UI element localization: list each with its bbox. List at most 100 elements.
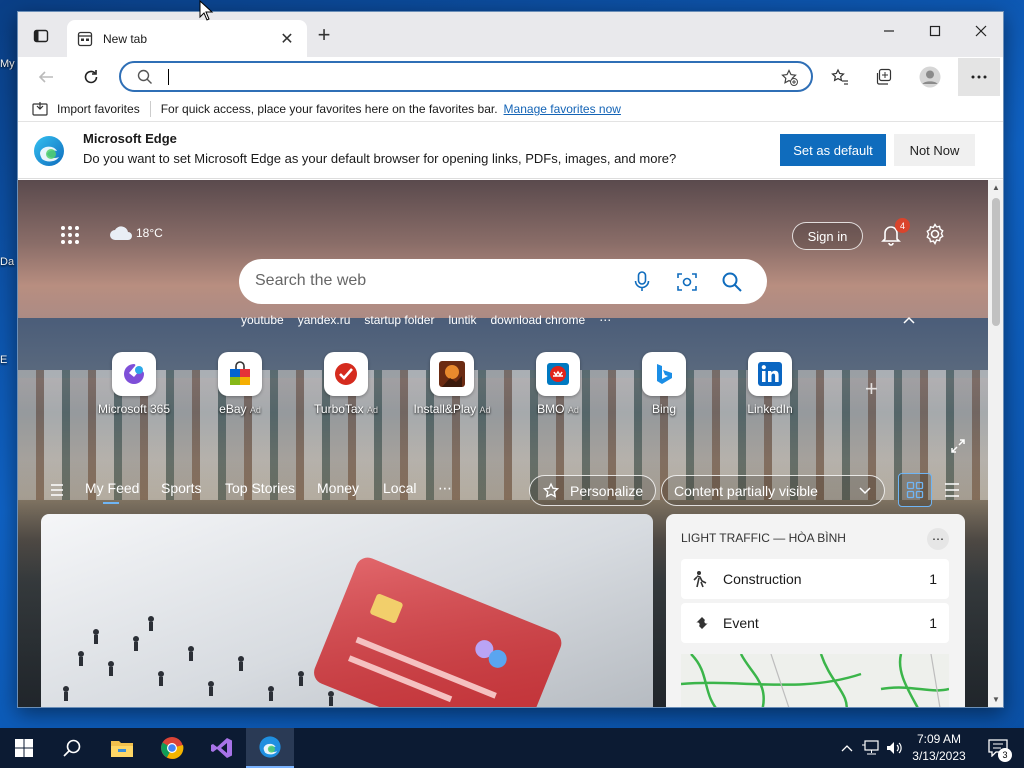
refresh-button[interactable] [77,63,105,91]
traffic-card-more-icon[interactable]: ⋯ [927,528,949,550]
quick-link[interactable]: luntik [448,313,476,327]
expand-background-icon[interactable] [950,438,966,454]
browser-window: New tab ✕ + Import favorites For quick a… [17,11,1004,708]
traffic-card[interactable]: LIGHT TRAFFIC — HÒA BÌNH ⋯ Construction … [666,514,965,707]
tile-label: Bing [651,402,677,416]
page-scrollbar[interactable]: ▲ ▼ [988,180,1003,707]
personalize-icon [542,481,560,498]
turbotax-checkmark-icon [335,363,357,385]
network-monitor-icon [862,740,879,755]
sign-in-button[interactable]: Sign in [792,222,863,250]
visual-search-icon[interactable] [676,271,698,293]
desktop-icon-label[interactable]: My [0,58,18,70]
quick-link[interactable]: download chrome [490,313,585,327]
scroll-up-icon[interactable]: ▲ [992,183,1000,192]
traffic-map[interactable] [680,653,950,707]
chevron-down-icon [859,486,871,494]
tab-actions-button[interactable] [29,24,53,48]
top-site-linkedin[interactable]: LinkedIn [720,352,820,416]
settings-and-more-button[interactable] [958,58,1000,96]
feed-menu-icon[interactable] [50,484,64,496]
list-view-icon[interactable] [944,483,960,497]
minimize-icon [884,30,894,32]
taskbar-chrome[interactable] [148,728,196,768]
top-site-bing[interactable]: Bing [614,352,714,416]
more-feed-tabs-icon[interactable]: ⋯ [438,480,452,497]
add-site-icon[interactable]: + [865,376,878,402]
top-site-bmo[interactable]: BMO Ad [508,352,608,416]
manage-favorites-link[interactable]: Manage favorites now [504,102,621,116]
taskbar-file-explorer[interactable] [98,728,146,768]
quick-link[interactable]: startup folder [364,313,434,327]
desktop-icon-label[interactable]: Da [0,256,18,268]
search-submit-icon[interactable] [721,271,743,293]
infobar-title: Microsoft Edge [83,131,177,146]
desktop-icon-label[interactable]: E [0,354,18,366]
top-site-microsoft-365[interactable]: Microsoft 365 [84,352,184,416]
quick-links: youtube yandex.ru startup folder luntik … [241,313,611,327]
apps-grid-icon [61,226,79,244]
quick-link[interactable]: yandex.ru [298,313,351,327]
back-button[interactable] [32,63,60,91]
personalize-button[interactable]: Personalize [529,475,657,506]
favorites-bar: Import favorites For quick access, place… [18,97,1003,122]
content-visibility-dropdown[interactable]: Content partially visible [661,475,885,506]
volume-icon[interactable] [884,728,906,768]
scrollbar-thumb[interactable] [992,198,1000,326]
more-quick-links-icon[interactable]: ⋯ [599,313,611,327]
quick-link[interactable]: youtube [241,313,284,327]
tab-new-tab[interactable]: New tab ✕ [67,20,307,57]
close-tab-icon[interactable]: ✕ [277,29,297,49]
refresh-icon [84,70,98,84]
web-search-box[interactable]: Search the web [239,259,767,304]
action-center-button[interactable]: 3 [980,728,1016,768]
address-bar[interactable] [119,61,813,92]
feed-tab-my-feed[interactable]: My Feed [85,480,139,496]
traffic-row-label: Construction [723,571,802,587]
set-as-default-button[interactable]: Set as default [780,134,886,166]
feed-tab-money[interactable]: Money [317,480,359,496]
avatar-icon [919,66,941,88]
add-favorite-icon[interactable] [781,69,799,87]
text-caret [168,69,169,85]
profile-button[interactable] [916,63,944,91]
not-now-button[interactable]: Not Now [894,134,975,166]
new-tab-button[interactable]: + [312,24,336,48]
collections-button[interactable] [870,63,898,91]
taskbar-search-button[interactable] [48,728,96,768]
feed-tab-sports[interactable]: Sports [161,480,201,496]
traffic-row-construction[interactable]: Construction 1 [681,559,949,599]
taskbar-visual-studio[interactable] [198,728,246,768]
top-site-ebay[interactable]: eBay Ad [190,352,290,416]
top-site-install-play[interactable]: Install&Play Ad [402,352,502,416]
feed-tab-local[interactable]: Local [383,480,416,496]
traffic-row-event[interactable]: Event 1 [681,603,949,643]
start-button[interactable] [0,728,48,768]
show-hidden-icons-button[interactable] [836,728,858,768]
news-image [63,557,562,707]
news-card[interactable] [41,514,653,707]
taskbar-edge[interactable] [246,728,294,768]
scroll-down-icon[interactable]: ▼ [992,695,1000,704]
favorites-button[interactable] [826,63,854,91]
feed-tab-top-stories[interactable]: Top Stories [225,480,295,496]
maximize-button[interactable] [912,12,958,50]
microphone-icon[interactable] [634,271,650,293]
weather-temperature: 18°C [136,226,163,240]
close-window-button[interactable] [958,12,1003,50]
apps-launcher-button[interactable] [56,221,84,249]
import-favorites-button[interactable]: Import favorites [57,102,140,116]
weather-widget[interactable]: 18°C [108,224,163,242]
top-site-turbotax[interactable]: TurboTax Ad [296,352,396,416]
taskbar: 7:09 AM 3/13/2023 3 [0,728,1024,768]
notifications-button[interactable]: 4 [879,218,910,248]
grid-layout-button[interactable] [898,473,932,507]
tab-title: New tab [103,31,148,46]
minimize-button[interactable] [866,12,912,50]
import-favorites-icon [32,102,48,116]
network-icon[interactable] [860,728,882,768]
taskbar-clock[interactable]: 7:09 AM 3/13/2023 [904,731,974,765]
cloud-icon [110,226,132,240]
collapse-chevron-icon[interactable] [902,315,916,325]
page-settings-button[interactable] [923,222,949,248]
